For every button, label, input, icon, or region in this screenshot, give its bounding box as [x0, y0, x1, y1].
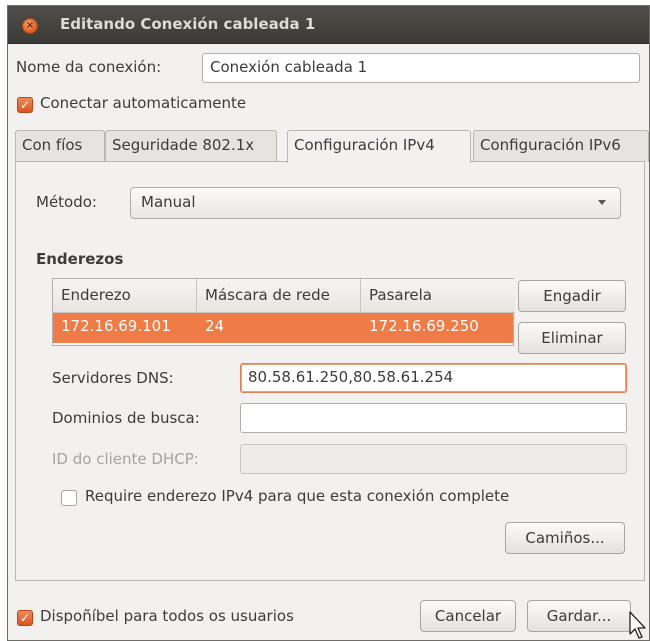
search-domains-label: Dominios de busca:	[52, 409, 200, 427]
dropdown-arrow-icon	[598, 200, 606, 205]
window-title: Editando Conexión cableada 1	[60, 15, 316, 33]
auto-connect-label: Conectar automaticamente	[40, 94, 247, 112]
require-ipv4-label: Require enderezo IPv4 para que esta cone…	[85, 487, 510, 505]
delete-button[interactable]: Eliminar	[518, 322, 626, 354]
search-domains-input[interactable]	[240, 403, 627, 433]
cell-netmask: 24	[205, 317, 225, 335]
mouse-pointer-icon	[629, 611, 646, 639]
dhcp-client-id-input	[240, 444, 627, 474]
connection-name-label: Nome da conexión:	[16, 58, 162, 76]
tab-ipv6-settings[interactable]: Configuración IPv6	[473, 130, 649, 162]
tab-ipv4-settings[interactable]: Configuración IPv4	[287, 130, 471, 163]
method-select[interactable]: Manual	[130, 187, 621, 219]
column-header-gateway[interactable]: Pasarela	[361, 279, 515, 313]
column-header-address[interactable]: Enderezo	[53, 279, 197, 313]
cell-address: 172.16.69.101	[61, 317, 171, 335]
table-row[interactable]: 172.16.69.101 24 172.16.69.250	[53, 313, 513, 343]
column-header-netmask[interactable]: Máscara de rede	[197, 279, 361, 313]
method-label: Método:	[36, 193, 97, 211]
method-select-value: Manual	[141, 193, 196, 211]
tab-security-8021x[interactable]: Seguridade 802.1x	[105, 130, 277, 162]
routes-button[interactable]: Camiños...	[505, 522, 625, 554]
add-button[interactable]: Engadir	[518, 280, 626, 312]
cancel-button[interactable]: Cancelar	[420, 600, 516, 632]
auto-connect-checkbox[interactable]: ✓	[17, 97, 33, 113]
require-ipv4-checkbox[interactable]	[61, 490, 77, 506]
dns-servers-label: Servidores DNS:	[52, 369, 174, 387]
cell-gateway: 172.16.69.250	[369, 317, 479, 335]
all-users-checkbox[interactable]: ✓	[17, 610, 33, 626]
save-button[interactable]: Gardar...	[527, 600, 631, 632]
dhcp-client-id-label: ID do cliente DHCP:	[52, 450, 199, 468]
connection-editor-window: × Editando Conexión cableada 1 Nome da c…	[7, 5, 650, 641]
dns-servers-input[interactable]: 80.58.61.250,80.58.61.254	[240, 363, 627, 393]
addresses-heading: Enderezos	[36, 250, 124, 268]
tab-wired[interactable]: Con fíos	[15, 130, 105, 162]
addresses-table[interactable]: Enderezo Máscara de rede Pasarela 172.16…	[52, 278, 515, 346]
connection-name-input[interactable]: Conexión cableada 1	[202, 53, 640, 83]
all-users-label: Dispoñíbel para todos os usuarios	[40, 607, 294, 625]
close-icon[interactable]: ×	[22, 18, 38, 34]
title-bar: × Editando Conexión cableada 1	[8, 6, 649, 44]
